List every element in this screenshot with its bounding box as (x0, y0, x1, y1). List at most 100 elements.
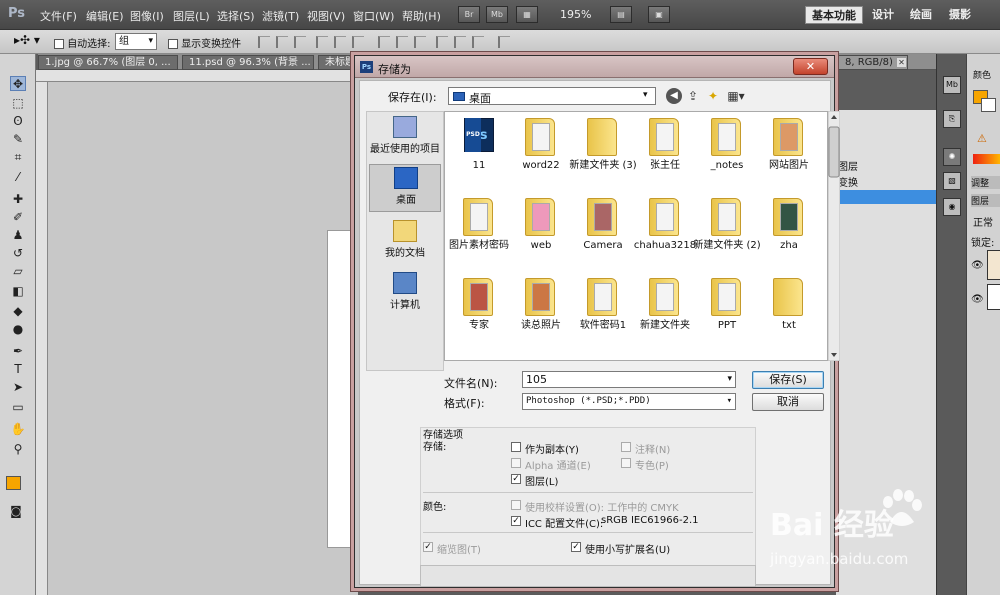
folder-item[interactable]: 软件密码1 (571, 274, 635, 346)
new-folder-icon[interactable]: ✦ (705, 88, 721, 104)
path-select-tool-icon[interactable]: ➤ (10, 380, 26, 395)
distribute-top-icon[interactable] (378, 36, 390, 48)
blend-mode-select[interactable]: 正常 (973, 214, 993, 229)
workspace-essentials[interactable]: 基本功能 (805, 6, 863, 24)
view-menu-icon[interactable]: ▦▾ (725, 88, 747, 104)
hand-tool-icon[interactable]: ✋ (10, 422, 26, 437)
up-folder-icon[interactable]: ⇪ (685, 88, 701, 104)
zoom-level[interactable]: 195% (560, 8, 591, 21)
auto-select-dropdown[interactable]: 组 ▾ (115, 33, 157, 50)
show-transform-option[interactable]: 显示变换控件 (168, 35, 241, 50)
folder-item[interactable]: 新建文件夹 (3) (569, 114, 637, 186)
save-button[interactable]: 保存(S) (752, 371, 824, 389)
format-dropdown[interactable]: Photoshop (*.PSD;*.PDD) ▾ (522, 393, 736, 410)
lasso-tool-icon[interactable]: ʘ (10, 114, 26, 129)
folder-item[interactable]: word22 (509, 114, 573, 186)
save-in-dropdown[interactable]: 桌面 ▾ (448, 87, 656, 105)
menu-image[interactable]: 图像(I) (130, 8, 164, 24)
icc-checkbox[interactable]: ✓ (511, 516, 521, 526)
color-ramp[interactable] (973, 154, 1000, 164)
back-icon[interactable]: ◀ (666, 88, 682, 104)
distribute-left-icon[interactable] (436, 36, 448, 48)
visibility-eye-icon[interactable]: 👁 (971, 294, 984, 305)
auto-select-checkbox[interactable] (54, 39, 64, 49)
cancel-button[interactable]: 取消 (752, 393, 824, 411)
folder-item[interactable]: web (509, 194, 573, 266)
align-hcenter-icon[interactable] (334, 36, 346, 48)
align-top-icon[interactable] (258, 36, 270, 48)
menu-layer[interactable]: 图层(L) (173, 8, 210, 24)
close-icon[interactable]: ✕ (896, 58, 906, 67)
marquee-tool-icon[interactable]: ⬚ (10, 96, 26, 111)
folder-item[interactable]: Camera (571, 194, 635, 266)
dialog-titlebar[interactable]: Ps 存储为 ✕ (355, 56, 834, 78)
auto-select-option[interactable]: 自动选择: (54, 35, 111, 50)
doc-tab-active[interactable]: 8, RGB/8) ✕ (838, 55, 908, 70)
align-bottom-icon[interactable] (294, 36, 306, 48)
layer-thumbnail[interactable] (987, 284, 1000, 310)
show-transform-checkbox[interactable] (168, 39, 178, 49)
history-brush-tool-icon[interactable]: ↺ (10, 246, 26, 261)
lowercase-ext-checkbox[interactable]: ✓ (571, 542, 581, 552)
folder-item[interactable]: zha (757, 194, 821, 266)
selected-layer-row[interactable] (836, 190, 936, 204)
auto-align-icon[interactable] (498, 36, 510, 48)
as-copy-checkbox[interactable] (511, 442, 521, 452)
move-tool-preset-icon[interactable]: ▸✣ ▾ (14, 33, 40, 47)
zoom-tool-icon[interactable]: ⚲ (10, 442, 26, 457)
minibridge-button[interactable]: Mb (486, 6, 508, 23)
place-documents[interactable]: 我的文档 (369, 218, 441, 266)
minibridge-panel-icon[interactable]: Mb (943, 76, 961, 94)
crop-tool-icon[interactable]: ⌗ (10, 150, 26, 165)
folder-item[interactable]: PPT (695, 274, 759, 346)
color-tab[interactable]: 颜色 (973, 68, 991, 81)
place-recent[interactable]: 最近使用的项目 (369, 114, 441, 162)
layer-thumbnail[interactable] (987, 250, 1000, 280)
menu-window[interactable]: 窗口(W) (353, 8, 394, 24)
shape-tool-icon[interactable]: ▭ (10, 400, 26, 415)
layers-checkbox[interactable]: ✓ (511, 474, 521, 484)
layers-tab[interactable]: 图层 (971, 194, 1000, 207)
workspace-painting[interactable]: 绘画 (910, 6, 932, 24)
brush-tool-icon[interactable]: ✐ (10, 210, 26, 225)
folder-item[interactable]: 专家 (447, 274, 511, 346)
folder-item[interactable]: _notes (695, 114, 759, 186)
histogram-panel-icon[interactable]: ▧ (943, 172, 961, 190)
eyedropper-tool-icon[interactable]: ⁄ (10, 170, 26, 185)
folder-item[interactable]: 新建文件夹 (2) (693, 194, 761, 266)
dodge-tool-icon[interactable]: ● (10, 322, 26, 337)
folder-item[interactable]: 网站图片 (757, 114, 821, 186)
menu-select[interactable]: 选择(S) (217, 8, 255, 24)
foreground-color-swatch[interactable] (6, 476, 21, 490)
distribute-hcenter-icon[interactable] (454, 36, 466, 48)
doc-tab-1[interactable]: 1.jpg @ 66.7% (图层 0, ... (38, 55, 178, 70)
folder-item[interactable]: 张主任 (633, 114, 697, 186)
align-vcenter-icon[interactable] (276, 36, 288, 48)
menu-help[interactable]: 帮助(H) (402, 8, 441, 24)
menu-filter[interactable]: 滤镜(T) (262, 8, 299, 24)
pen-tool-icon[interactable]: ✒ (10, 344, 26, 359)
doc-tab-2[interactable]: 11.psd @ 96.3% (背景 ... (182, 55, 314, 70)
arrange-docs-button[interactable]: ▤ (610, 6, 632, 23)
folder-item[interactable]: 图片素材密码 (447, 194, 511, 266)
move-tool-icon[interactable]: ✥ (10, 76, 26, 91)
place-desktop[interactable]: 桌面 (369, 164, 441, 212)
blur-tool-icon[interactable]: ◆ (10, 304, 26, 319)
folder-item[interactable]: 读总照片 (509, 274, 573, 346)
menu-edit[interactable]: 编辑(E) (86, 8, 124, 24)
history-panel-icon[interactable]: ⎘ (943, 110, 961, 128)
doc-tab-3[interactable]: 未标题... (318, 55, 354, 70)
gradient-tool-icon[interactable]: ◧ (10, 284, 26, 299)
document-canvas[interactable] (327, 230, 357, 548)
clone-stamp-tool-icon[interactable]: ♟ (10, 228, 26, 243)
align-left-icon[interactable] (316, 36, 328, 48)
info-panel-icon[interactable]: ◉ (943, 198, 961, 216)
quick-select-tool-icon[interactable]: ✎ (10, 132, 26, 147)
bridge-button[interactable]: Br (458, 6, 480, 23)
file-list[interactable]: PSDPs 11 word22 新建文件夹 (3) 张主任 _notes 网站图… (444, 111, 828, 361)
quick-mask-icon[interactable]: ◙ (8, 504, 24, 519)
place-computer[interactable]: 计算机 (369, 270, 441, 318)
adjust-tab[interactable]: 调整 (971, 176, 1000, 189)
color-bg-swatch[interactable] (981, 98, 996, 112)
folder-item[interactable]: chahua3218 (633, 194, 697, 266)
